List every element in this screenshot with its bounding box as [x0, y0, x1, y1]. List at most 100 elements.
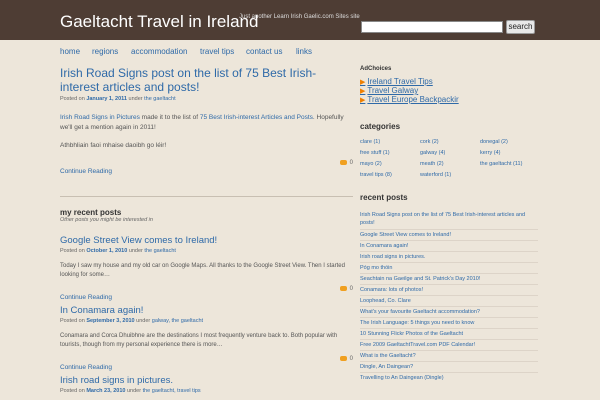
- recent-post-under: under: [136, 318, 151, 324]
- site-title[interactable]: Gaeltacht Travel in Ireland: [60, 12, 258, 32]
- divider: [360, 240, 538, 241]
- recent-post-title[interactable]: Irish road signs in pictures.: [60, 374, 353, 388]
- recent-post-posted: Posted on: [60, 318, 85, 324]
- divider: [360, 306, 538, 307]
- post-body-para: Athbhliain faoi mhaise daoibh go léir!: [60, 142, 167, 149]
- recent-post: Google Street View comes to Ireland! Pos…: [60, 234, 353, 301]
- comment-count[interactable]: 0: [339, 286, 353, 292]
- category-meath[interactable]: meath (2): [420, 161, 444, 167]
- site-tagline: Just another Learn Irish Gaelic.com Site…: [239, 14, 360, 20]
- recent-post-link[interactable]: The Irish Language: 5 things you need to…: [360, 319, 538, 327]
- recent-post-excerpt: Today I saw my house and my old car on G…: [60, 263, 345, 278]
- arrow-icon: ▶: [360, 79, 366, 86]
- comment-count[interactable]: 0: [339, 356, 353, 363]
- recent-post-link[interactable]: Travelling to An Daingean (Dingle): [360, 374, 538, 382]
- recent-post-meta: Posted on October 1, 2010 under the gael…: [60, 248, 353, 254]
- recent-post-meta: Posted on March 23, 2010 under the gaelt…: [60, 388, 353, 394]
- nav-travel-tips[interactable]: travel tips: [200, 47, 234, 56]
- divider: [360, 350, 538, 351]
- category-the-gaeltacht[interactable]: the gaeltacht (11): [480, 161, 522, 167]
- recent-post-posted: Posted on: [60, 388, 85, 394]
- recent-post-link[interactable]: Póg mo thóin: [360, 264, 538, 272]
- recent-post-link[interactable]: Seachtain na Gaeilge and St. Patrick's D…: [360, 275, 538, 283]
- divider: [360, 273, 538, 274]
- recent-post-link[interactable]: What is the Gaeltacht?: [360, 352, 538, 360]
- divider: [360, 339, 538, 340]
- recent-post-link[interactable]: Irish road signs in pictures.: [360, 253, 538, 261]
- recent-post-title[interactable]: In Conamara again!: [60, 304, 353, 318]
- post-footer: Continue Reading 0: [60, 160, 353, 175]
- post-category-link[interactable]: the gaeltacht: [144, 96, 176, 102]
- continue-reading-link[interactable]: Continue Reading: [60, 168, 112, 175]
- comment-icon: [339, 286, 347, 291]
- recent-post-link[interactable]: Dingle, An Daingean?: [360, 363, 538, 371]
- recent-posts-sidebar-list: Irish Road Signs post on the list of 75 …: [360, 211, 540, 400]
- recent-posts-sidebar-heading: recent posts: [360, 193, 408, 202]
- divider: [360, 372, 538, 373]
- recent-post-link[interactable]: Free 2009 GaeltachtTravel.com PDF Calend…: [360, 341, 538, 349]
- post-body-link-2[interactable]: 75 Best Irish-interest Articles and Post…: [200, 114, 313, 121]
- post-title[interactable]: Irish Road Signs post on the list of 75 …: [60, 66, 353, 94]
- recent-post-link[interactable]: Conamara: lots of photos!: [360, 286, 538, 294]
- divider: [360, 262, 538, 263]
- featured-post: Irish Road Signs post on the list of 75 …: [60, 66, 353, 175]
- recent-posts-heading: my recent posts: [60, 208, 122, 217]
- post-body: Irish Road Signs in Pictures made it to …: [60, 113, 353, 133]
- divider: [360, 328, 538, 329]
- nav-home[interactable]: home: [60, 47, 80, 56]
- categories-heading: categories: [360, 122, 401, 131]
- comment-count[interactable]: 0: [339, 160, 353, 167]
- ad-link-label: Travel Galway: [367, 86, 419, 95]
- recent-post-link[interactable]: What's your favourite Gaeltacht accommod…: [360, 308, 538, 316]
- search-button[interactable]: search: [506, 20, 535, 34]
- recent-post-footer: Continue Reading 0: [60, 356, 353, 371]
- site-header: Gaeltacht Travel in Ireland Just another…: [0, 0, 600, 40]
- nav-contact-us[interactable]: contact us: [246, 47, 282, 56]
- recent-post-categories[interactable]: galway, the gaeltacht: [152, 318, 203, 324]
- category-clare[interactable]: clare (1): [360, 139, 380, 145]
- post-body-text: made it to the list of: [139, 114, 200, 121]
- recent-post-date: October 1, 2010: [86, 248, 128, 254]
- category-free-stuff[interactable]: free stuff (1): [360, 150, 390, 156]
- recent-post-title[interactable]: Google Street View comes to Ireland!: [60, 234, 353, 248]
- continue-reading-link[interactable]: Continue Reading: [60, 294, 112, 301]
- recent-post-footer: Continue Reading 0: [60, 286, 353, 301]
- comment-count-value: 0: [349, 356, 353, 363]
- recent-post: Irish road signs in pictures. Posted on …: [60, 374, 353, 394]
- nav-regions[interactable]: regions: [92, 47, 118, 56]
- recent-post-link[interactable]: Google Street View comes to Ireland!: [360, 231, 538, 239]
- category-kerry[interactable]: kerry (4): [480, 150, 500, 156]
- recent-post-categories[interactable]: the gaeltacht, travel tips: [143, 388, 201, 394]
- comment-icon: [339, 160, 347, 165]
- recent-post-link[interactable]: Loophead, Co. Clare: [360, 297, 538, 305]
- ad-link[interactable]: ▶ Ireland Travel Tips: [360, 77, 459, 86]
- nav-accommodation[interactable]: accommodation: [131, 47, 187, 56]
- comment-count-value: 0: [349, 160, 353, 167]
- recent-post-link[interactable]: In Conamara again!: [360, 242, 538, 250]
- post-meta-posted: Posted on: [60, 96, 85, 102]
- recent-post-link[interactable]: Irish Road Signs post on the list of 75 …: [360, 211, 538, 227]
- category-travel-tips[interactable]: travel tips (8): [360, 172, 392, 178]
- recent-post-under: under: [126, 388, 142, 394]
- recent-post-posted: Posted on: [60, 248, 85, 254]
- category-mayo[interactable]: mayo (2): [360, 161, 382, 167]
- category-galway[interactable]: galway (4): [420, 150, 445, 156]
- recent-post-link[interactable]: 10 Stunning Flickr Photos of the Gaeltac…: [360, 330, 538, 338]
- post-body-link[interactable]: Irish Road Signs in Pictures: [60, 114, 140, 121]
- divider: [60, 196, 353, 197]
- ad-link[interactable]: ▶ Travel Europe Backpackir: [360, 95, 459, 104]
- nav-links[interactable]: links: [296, 47, 312, 56]
- category-donegal[interactable]: donegal (2): [480, 139, 508, 145]
- adchoices-label[interactable]: AdChoices: [360, 66, 459, 72]
- ad-links: ▶ Ireland Travel Tips ▶ Travel Galway ▶ Tra…: [360, 77, 459, 104]
- search-input[interactable]: [361, 21, 503, 33]
- continue-reading-link[interactable]: Continue Reading: [60, 364, 112, 371]
- recent-post-under: under: [128, 248, 143, 254]
- category-cork[interactable]: cork (2): [420, 139, 439, 145]
- recent-post-categories[interactable]: the gaeltacht: [144, 248, 176, 254]
- ad-block: AdChoices ▶ Ireland Travel Tips ▶ Travel G…: [360, 66, 459, 104]
- divider: [360, 284, 538, 285]
- post-meta-under: under: [128, 96, 143, 102]
- ad-link[interactable]: ▶ Travel Galway: [360, 86, 459, 95]
- category-waterford[interactable]: waterford (1): [420, 172, 451, 178]
